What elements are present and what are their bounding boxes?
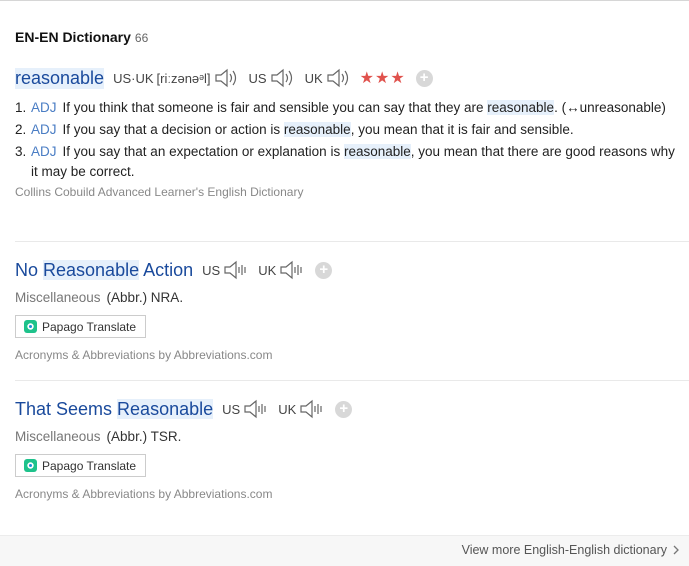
highlighted-term: reasonable (487, 100, 555, 115)
sense-text: , you mean that it is fair and sensible. (350, 122, 574, 137)
highlighted-term: reasonable (283, 122, 351, 137)
headword-text: That Seems (15, 398, 118, 419)
view-more-link[interactable]: View more English-English dictionary (462, 543, 680, 558)
sense-number: 1. (15, 100, 27, 115)
speaker-icon[interactable] (270, 68, 296, 88)
highlighted-term: Reasonable (43, 259, 140, 280)
definition-text: (Abbr.) NRA. (106, 290, 184, 305)
headword-link[interactable]: No Reasonable Action (15, 259, 194, 281)
speaker-icon[interactable] (326, 68, 352, 88)
definition-row: Miscellaneous (Abbr.) NRA. (15, 290, 689, 305)
part-of-speech: ADJ (31, 122, 57, 137)
headword-link[interactable]: That Seems Reasonable (15, 398, 214, 420)
entry-that-seems-reasonable: That Seems Reasonable US UK + Miscellane… (15, 396, 689, 501)
footer-bar: View more English-English dictionary (0, 535, 689, 566)
headword-text: Action (139, 259, 194, 280)
speaker-icon[interactable] (279, 260, 305, 280)
dictionary-source: Acronyms & Abbreviations by Abbreviation… (15, 348, 273, 362)
frequency-stars: ★★★ (359, 70, 406, 87)
headword-link[interactable]: reasonable (15, 67, 105, 89)
sense-text: If you think that someone is fair and se… (62, 100, 488, 115)
speaker-icon[interactable] (299, 399, 325, 419)
us-label: US (222, 401, 241, 417)
sense-item: 3. ADJ If you say that an expectation or … (15, 142, 675, 182)
sense-number: 3. (15, 144, 27, 159)
divider (15, 241, 689, 242)
sense-item: 2. ADJ If you say that a decision or acti… (15, 120, 675, 140)
speaker-icon[interactable] (223, 260, 249, 280)
category-label: Miscellaneous (15, 290, 101, 305)
papago-icon (24, 459, 37, 472)
sense-text: If you say that an expectation or explan… (62, 144, 344, 159)
section-title: EN-EN Dictionary 66 (15, 29, 148, 45)
entry-no-reasonable-action: No Reasonable Action US UK + Miscellaneo… (15, 257, 689, 362)
plus-icon[interactable]: + (315, 261, 333, 279)
papago-icon (24, 320, 37, 333)
plus-icon[interactable]: + (335, 400, 353, 418)
sense-text: . (↔unreasonable) (554, 100, 666, 115)
pron-label: US·UK (113, 70, 154, 86)
dictionary-source: Collins Cobuild Advanced Learner's Engli… (15, 185, 304, 199)
uk-label: UK (304, 70, 323, 86)
view-more-label: View more English-English dictionary (461, 543, 667, 557)
plus-icon[interactable]: + (415, 69, 433, 87)
papago-translate-button[interactable]: Papago Translate (15, 315, 147, 338)
us-label: US (202, 262, 221, 278)
papago-label: Papago Translate (42, 319, 137, 334)
definition-row: Miscellaneous (Abbr.) TSR. (15, 429, 689, 444)
result-count: 66 (134, 31, 149, 45)
sense-list: 1. ADJ If you think that someone is fair … (15, 98, 675, 199)
part-of-speech: ADJ (31, 144, 57, 159)
sense-text: If you say that a decision or action is (62, 122, 284, 137)
us-label: US (248, 70, 267, 86)
dictionary-source: Acronyms & Abbreviations by Abbreviation… (15, 487, 273, 501)
definition-text: (Abbr.) TSR. (106, 429, 182, 444)
headword-text: No (15, 259, 44, 280)
speaker-icon[interactable] (243, 399, 269, 419)
uk-label: UK (278, 401, 297, 417)
sense-number: 2. (15, 122, 27, 137)
divider (15, 380, 689, 381)
highlighted-term: reasonable (343, 144, 411, 159)
highlighted-term: Reasonable (117, 398, 214, 419)
section-title-text: EN-EN Dictionary (15, 29, 131, 45)
part-of-speech: ADJ (31, 100, 57, 115)
chevron-right-icon (673, 544, 680, 558)
sense-item: 1. ADJ If you think that someone is fair … (15, 98, 675, 118)
uk-label: UK (258, 262, 277, 278)
papago-label: Papago Translate (42, 458, 137, 473)
speaker-icon[interactable] (214, 68, 240, 88)
top-border (0, 0, 689, 1)
papago-translate-button[interactable]: Papago Translate (15, 454, 147, 477)
category-label: Miscellaneous (15, 429, 101, 444)
phonetic: [riːzənəᵊl] (156, 70, 211, 86)
entry-reasonable: reasonable US·UK [riːzənəᵊl] US UK ★★★ + (15, 65, 689, 91)
